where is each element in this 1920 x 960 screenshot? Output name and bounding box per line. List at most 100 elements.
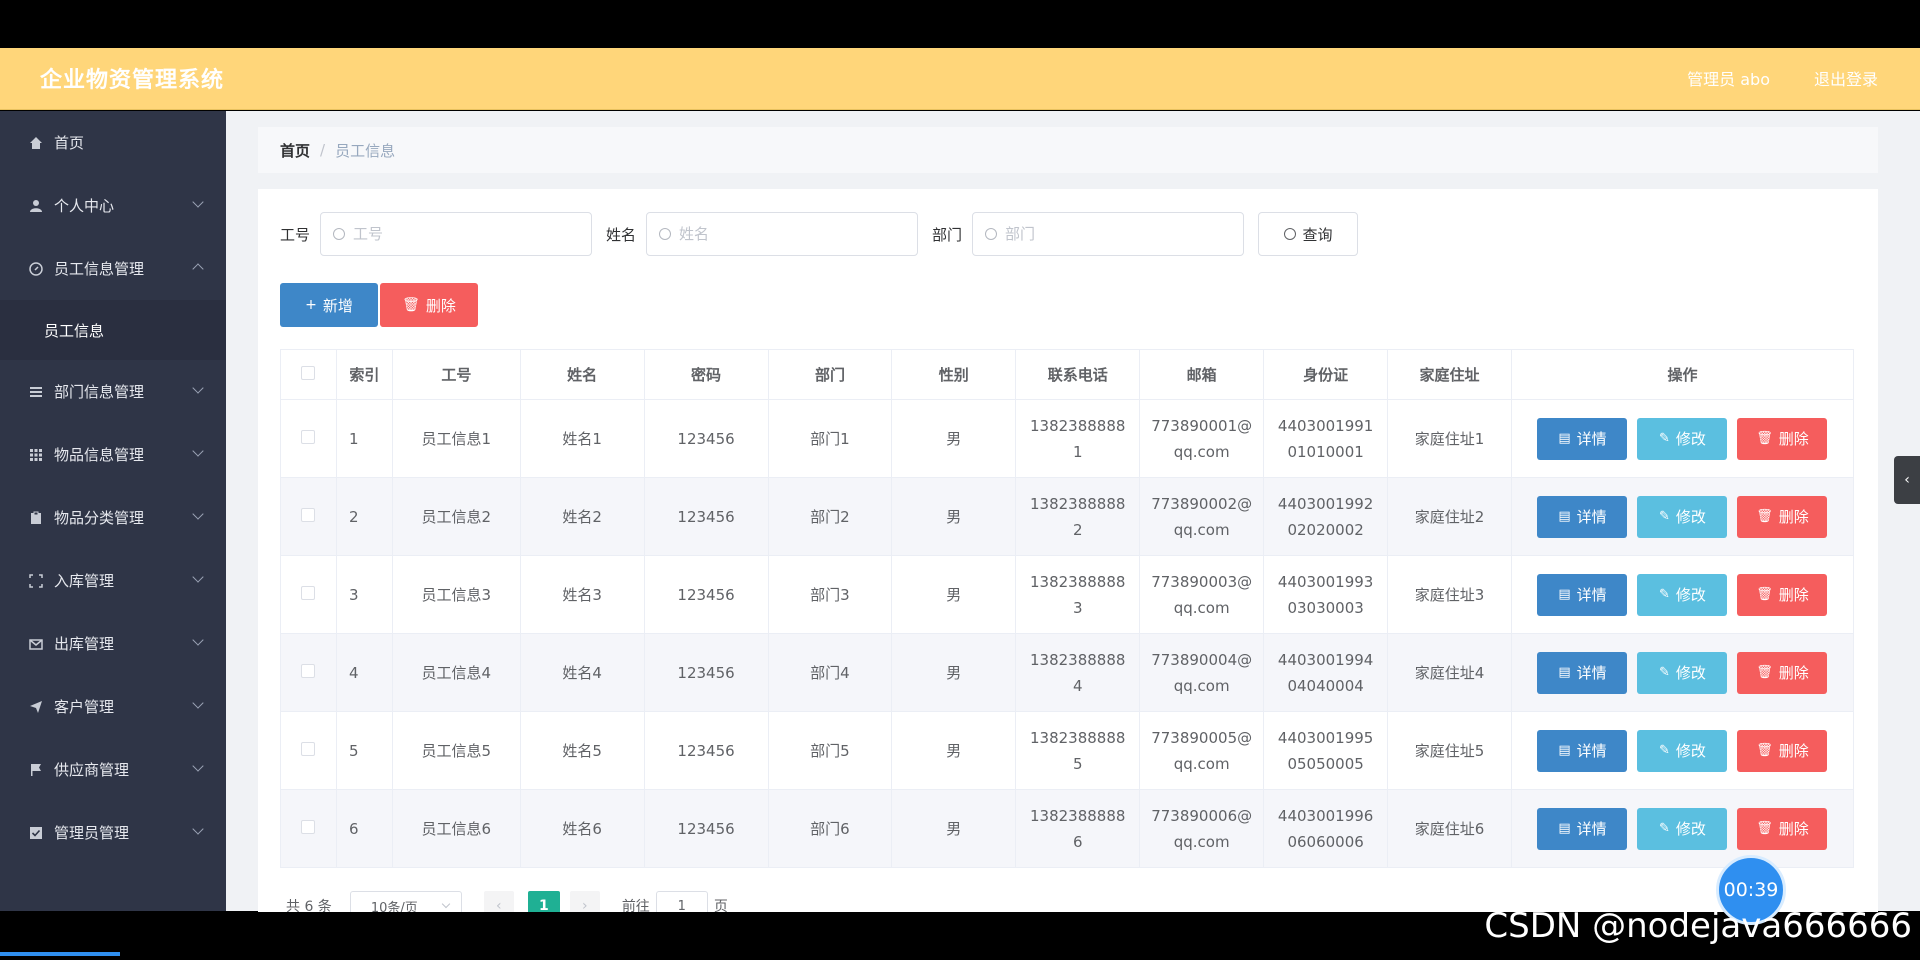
sidebar-subitem-employee-info[interactable]: 员工信息	[0, 300, 226, 360]
delete-button[interactable]: 🗑 删除	[1737, 729, 1828, 772]
sidebar-item-inbound-management[interactable]: 入库管理	[0, 549, 226, 612]
row-checkbox[interactable]	[301, 819, 316, 834]
edit-button[interactable]: ✎ 修改	[1637, 417, 1728, 460]
grid-icon	[28, 447, 44, 463]
detail-button[interactable]: ▤ 详情	[1537, 651, 1628, 694]
edit-button[interactable]: ✎ 修改	[1637, 495, 1728, 538]
email-line-2: qq.com	[1173, 598, 1230, 617]
edit-button[interactable]: ✎ 修改	[1637, 729, 1728, 772]
sidebar-item-personal-center[interactable]: 个人中心	[0, 174, 226, 237]
phone-line-1: 1382388888	[1029, 494, 1126, 513]
detail-button[interactable]: ▤ 详情	[1537, 573, 1628, 616]
pencil-icon: ✎	[1659, 430, 1670, 446]
sidebar-item-department-management[interactable]: 部门信息管理	[0, 360, 226, 423]
cell-id-card: 4403001992 02020002	[1263, 477, 1389, 556]
sidebar-item-label: 管理员管理	[54, 824, 130, 842]
row-checkbox[interactable]	[301, 507, 316, 522]
row-checkbox[interactable]	[301, 741, 316, 756]
detail-button[interactable]: ▤ 详情	[1537, 495, 1628, 538]
logout-link[interactable]: 退出登录	[1814, 66, 1878, 90]
delete-button[interactable]: 🗑 删除	[1737, 495, 1828, 538]
detail-button[interactable]: ▤ 详情	[1537, 417, 1628, 460]
edit-label: 修改	[1675, 507, 1706, 526]
select-all-checkbox[interactable]	[301, 365, 316, 380]
add-button[interactable]: + 新增	[280, 283, 378, 327]
edit-button[interactable]: ✎ 修改	[1637, 807, 1728, 850]
current-user-label: 管理员 abo	[1687, 70, 1770, 89]
phone-line-2: 4	[1072, 676, 1083, 695]
detail-label: 详情	[1576, 507, 1607, 526]
sidebar-item-label: 部门信息管理	[54, 383, 145, 401]
cell-address: 家庭住址3	[1387, 555, 1512, 634]
search-label-department: 部门	[932, 225, 963, 244]
table-row: 3 员工信息3 姓名3 123456 部门3 男 1382388888 3 773890003@…	[280, 555, 1855, 634]
video-progress-bar[interactable]	[0, 952, 120, 956]
email-line-1: 773890003@	[1151, 572, 1253, 591]
delete-label: 删除	[1778, 741, 1809, 760]
breadcrumb: 首页 / 员工信息	[258, 127, 1878, 173]
detail-label: 详情	[1576, 663, 1607, 682]
sidebar-item-label: 出库管理	[54, 635, 115, 653]
sidebar-item-home[interactable]: 首页	[0, 111, 226, 174]
employee-id-input[interactable]	[353, 225, 574, 243]
sidebar-item-supplier-management[interactable]: 供应商管理	[0, 738, 226, 801]
cell-name: 姓名5	[519, 711, 645, 790]
edit-button[interactable]: ✎ 修改	[1637, 573, 1728, 616]
cell-name: 姓名3	[519, 555, 645, 634]
delete-button[interactable]: 🗑 删除	[1737, 573, 1828, 616]
cell-email: 773890006@ qq.com	[1139, 789, 1265, 868]
sidebar-item-employee-management[interactable]: 员工信息管理	[0, 237, 226, 300]
edit-button[interactable]: ✎ 修改	[1637, 651, 1728, 694]
cell-name: 姓名4	[519, 633, 645, 712]
sidebar-item-label: 客户管理	[54, 698, 115, 716]
edit-label: 修改	[1675, 819, 1706, 838]
document-icon: ▤	[1558, 508, 1571, 524]
trash-icon: 🗑	[402, 297, 420, 313]
idcard-line-1: 4403001996	[1277, 806, 1374, 825]
row-checkbox[interactable]	[301, 663, 316, 678]
detail-button[interactable]: ▤ 详情	[1537, 807, 1628, 850]
chevron-down-icon	[192, 571, 204, 583]
cell-actions: ▤ 详情 ✎ 修改 🗑 删除	[1510, 633, 1855, 712]
cell-password: 123456	[643, 789, 769, 868]
department-input[interactable]	[1005, 225, 1226, 243]
breadcrumb-home[interactable]: 首页	[280, 140, 310, 161]
query-button[interactable]: 查询	[1258, 212, 1359, 256]
document-icon: ▤	[1558, 586, 1571, 602]
row-checkbox[interactable]	[301, 585, 316, 600]
sidebar-item-category-management[interactable]: 物品分类管理	[0, 486, 226, 549]
trash-icon: 🗑	[1756, 820, 1773, 836]
sidebar-item-customer-management[interactable]: 客户管理	[0, 675, 226, 738]
sidebar-item-label: 物品分类管理	[54, 509, 145, 527]
batch-delete-button[interactable]: 🗑 删除	[380, 283, 478, 327]
column-header: 工号	[391, 349, 521, 400]
email-line-1: 773890005@	[1151, 728, 1253, 747]
table-row: 4 员工信息4 姓名4 123456 部门4 男 1382388888 4 773890004@…	[280, 633, 1855, 712]
cell-id-card: 4403001994 04040004	[1263, 633, 1389, 712]
delete-button[interactable]: 🗑 删除	[1737, 651, 1828, 694]
delete-label: 删除	[1778, 663, 1809, 682]
cell-index: 5	[335, 711, 393, 790]
cell-department: 部门1	[767, 399, 893, 478]
chevron-down-icon	[192, 823, 204, 835]
flag-icon	[28, 762, 44, 778]
column-header: 身份证	[1263, 349, 1389, 400]
name-input[interactable]	[679, 225, 900, 243]
delete-button[interactable]: 🗑 删除	[1737, 807, 1828, 850]
pencil-icon: ✎	[1659, 664, 1670, 680]
side-collapse-tab[interactable]: ‹	[1894, 456, 1920, 504]
idcard-line-1: 4403001994	[1277, 650, 1374, 669]
chevron-down-icon	[192, 382, 204, 394]
sidebar-item-goods-management[interactable]: 物品信息管理	[0, 423, 226, 486]
row-checkbox[interactable]	[301, 429, 316, 444]
sidebar-item-admin-management[interactable]: 管理员管理	[0, 801, 226, 864]
cell-actions: ▤ 详情 ✎ 修改 🗑 删除	[1510, 711, 1855, 790]
sidebar-item-outbound-management[interactable]: 出库管理	[0, 612, 226, 675]
sidebar-item-label: 物品信息管理	[54, 446, 145, 464]
detail-button[interactable]: ▤ 详情	[1537, 729, 1628, 772]
cell-department: 部门5	[767, 711, 893, 790]
plus-icon: +	[305, 297, 317, 313]
delete-button[interactable]: 🗑 删除	[1737, 417, 1828, 460]
search-icon	[659, 228, 672, 240]
cell-gender: 男	[891, 399, 1017, 478]
